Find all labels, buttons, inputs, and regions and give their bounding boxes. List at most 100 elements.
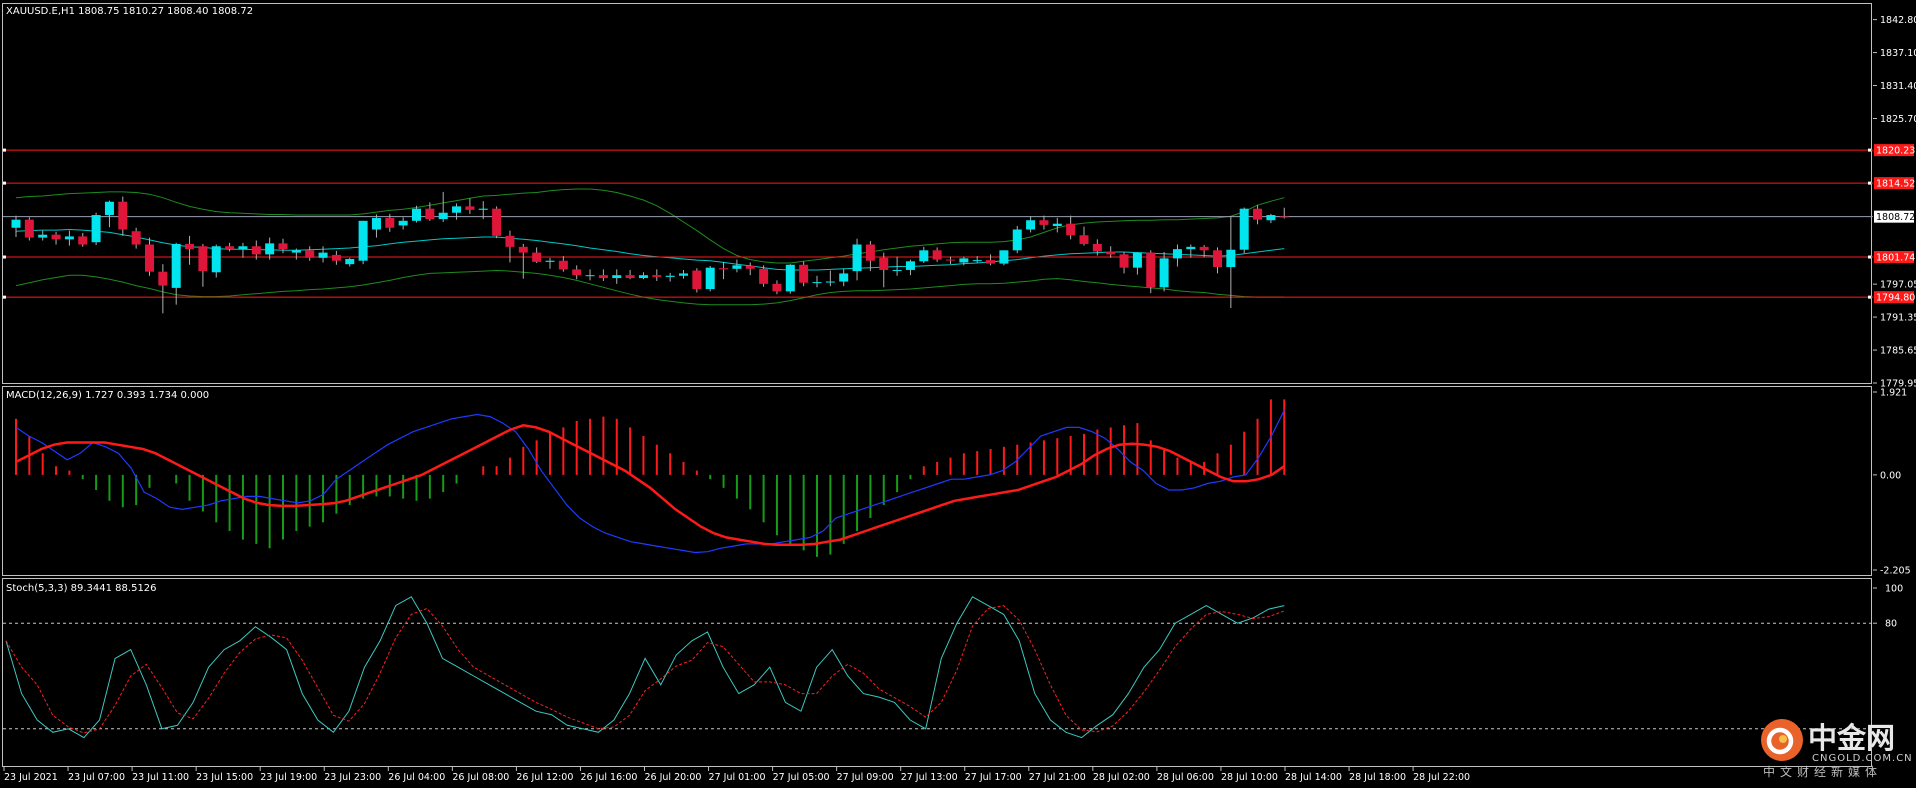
bull-candle — [705, 267, 715, 290]
bull-candle — [545, 260, 555, 262]
time-tick-label: 23 Jul 19:00 — [260, 772, 317, 783]
bear-candle — [1079, 235, 1089, 244]
bear-candle — [932, 250, 942, 260]
bear-candle — [772, 283, 782, 292]
bear-candle — [1106, 251, 1116, 255]
level-anchor — [1868, 255, 1871, 259]
time-tick-label: 26 Jul 04:00 — [388, 772, 445, 783]
time-tick-label: 27 Jul 21:00 — [1029, 772, 1086, 783]
bear-candle — [572, 269, 582, 276]
bear-candle — [1039, 220, 1049, 225]
bear-candle — [131, 231, 141, 245]
time-tick-label: 23 Jul 23:00 — [324, 772, 381, 783]
bear-candle — [1119, 254, 1129, 268]
price-tick-label: 1791.35 — [1880, 313, 1916, 324]
bull-candle — [1172, 249, 1182, 259]
bear-candle — [385, 217, 395, 228]
bear-candle — [51, 234, 61, 240]
chart-canvas: 1820.23 1814.52 1801.74 1794.80 1808.72 1842… — [0, 0, 1916, 788]
level-badge-label: 1794.80 — [1876, 293, 1915, 304]
bull-candle — [959, 258, 969, 263]
time-tick-label: 26 Jul 16:00 — [580, 772, 637, 783]
bear-candle — [598, 275, 608, 279]
bear-candle — [879, 257, 889, 270]
time-tick-label: 28 Jul 10:00 — [1221, 772, 1278, 783]
bull-candle — [665, 275, 675, 277]
bull-candle — [64, 236, 74, 240]
macd-title: MACD(12,26,9) 1.727 0.393 1.734 0.000 — [6, 390, 209, 401]
time-tick-label: 28 Jul 14:00 — [1285, 772, 1342, 783]
logo-tagline: 中文财经新媒体 — [1763, 764, 1882, 779]
bull-candle — [679, 273, 688, 276]
bear-candle — [1253, 208, 1263, 220]
bear-candle — [1213, 250, 1222, 268]
bear-candle — [1066, 223, 1076, 236]
bear-candle — [625, 275, 635, 279]
macd-tick-label: -2.205 — [1880, 566, 1911, 577]
bear-candle — [492, 208, 502, 236]
bull-candle — [1239, 208, 1249, 250]
bear-candle — [198, 246, 208, 272]
bull-candle — [1266, 215, 1276, 221]
bull-candle — [999, 250, 1009, 264]
logo-url: CNGOLD.COM.CN — [1812, 753, 1913, 764]
bull-candle — [892, 269, 902, 271]
bull-candle — [478, 208, 488, 210]
bear-candle — [331, 254, 341, 261]
bear-candle — [118, 201, 128, 230]
bear-candle — [1279, 216, 1289, 218]
bull-candle — [371, 217, 381, 230]
bull-candle — [1026, 220, 1036, 230]
stoch-tick-label: 80 — [1885, 619, 1897, 630]
time-tick-label: 23 Jul 2021 — [4, 772, 58, 783]
bear-candle — [251, 246, 261, 255]
bull-candle — [919, 250, 929, 262]
logo-name: 中金网 — [1808, 721, 1895, 755]
price-tick-label: 1825.70 — [1880, 114, 1916, 125]
bull-candle — [452, 206, 462, 213]
time-tick-label: 27 Jul 01:00 — [709, 772, 766, 783]
bull-candle — [265, 243, 275, 255]
time-tick-label: 28 Jul 02:00 — [1093, 772, 1150, 783]
bear-candle — [799, 264, 809, 283]
price-tick-label: 1837.10 — [1880, 48, 1916, 59]
main-title: XAUUSD.E,H1 1808.75 1810.27 1808.40 1808… — [6, 6, 253, 17]
bear-candle — [865, 244, 875, 261]
macd-tick-label: 1.921 — [1880, 388, 1907, 399]
bull-candle — [104, 201, 114, 216]
bull-candle — [11, 219, 21, 228]
time-tick-label: 27 Jul 09:00 — [837, 772, 894, 783]
bear-candle — [692, 270, 702, 290]
bear-candle — [986, 260, 996, 264]
logo-icon-dot — [1779, 735, 1787, 743]
time-tick-label: 26 Jul 20:00 — [645, 772, 702, 783]
time-tick-label: 26 Jul 12:00 — [516, 772, 573, 783]
bull-candle — [318, 252, 328, 258]
level-anchor — [3, 295, 6, 299]
price-tick-label: 1831.40 — [1880, 81, 1916, 92]
bear-candle — [1199, 246, 1209, 251]
bull-candle — [585, 275, 595, 277]
bear-candle — [652, 275, 662, 277]
bull-candle — [638, 275, 648, 279]
price-tick-label: 1797.05 — [1880, 280, 1916, 291]
bear-candle — [278, 243, 288, 250]
bull-candle — [1012, 229, 1022, 251]
bull-candle — [358, 220, 368, 261]
bull-candle — [38, 234, 48, 238]
bull-candle — [412, 208, 421, 221]
bull-candle — [905, 261, 915, 270]
bull-candle — [291, 250, 301, 253]
stoch-tick-label: 100 — [1885, 584, 1903, 595]
bull-candle — [1226, 249, 1236, 268]
bear-candle — [465, 206, 475, 210]
bear-candle — [719, 268, 729, 270]
bear-candle — [505, 235, 515, 247]
level-anchor — [3, 181, 6, 185]
bull-candle — [612, 275, 622, 279]
bear-candle — [1092, 243, 1102, 252]
level-anchor — [3, 255, 6, 259]
level-anchor — [1868, 148, 1871, 152]
bull-candle — [345, 258, 355, 265]
bear-candle — [425, 208, 435, 220]
